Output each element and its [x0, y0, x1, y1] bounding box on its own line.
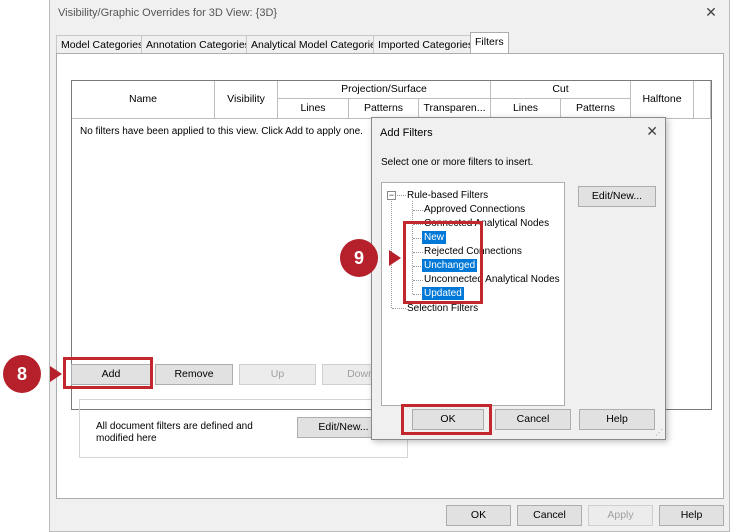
add-dialog-ok-highlight: [401, 404, 492, 435]
close-icon[interactable]: ✕: [646, 123, 658, 140]
step-9-arrow: [389, 250, 401, 266]
tree-connector: [397, 195, 406, 196]
tab-filters[interactable]: Filters: [470, 32, 509, 54]
dialog-title: Visibility/Graphic Overrides for 3D View…: [58, 7, 278, 19]
resize-grip-icon[interactable]: ⋰: [655, 428, 663, 437]
tree-connector: [392, 308, 406, 309]
header-proj-lines[interactable]: Lines: [278, 99, 349, 119]
tree-group-rule-based[interactable]: Rule-based Filters: [407, 189, 488, 202]
tab-imported-categories[interactable]: Imported Categories: [373, 35, 479, 54]
tree-item-approved-connections[interactable]: Approved Connections: [424, 203, 525, 216]
header-cut: Cut: [491, 81, 631, 99]
header-proj-patterns[interactable]: Patterns: [349, 99, 419, 119]
document-filters-note: All document filters are defined and mod…: [96, 421, 253, 444]
tab-model-categories[interactable]: Model Categories: [56, 35, 149, 54]
tree-connector: [413, 210, 423, 211]
header-cut-patterns[interactable]: Patterns: [561, 99, 631, 119]
remove-button[interactable]: Remove: [155, 364, 233, 385]
add-dialog-edit-new-button[interactable]: Edit/New...: [578, 186, 656, 207]
add-dialog-help-button[interactable]: Help: [579, 409, 655, 430]
header-extra: [694, 81, 711, 119]
add-filters-prompt: Select one or more filters to insert.: [381, 157, 534, 168]
document-filters-group: All document filters are defined and mod…: [79, 399, 408, 458]
tab-annotation-categories[interactable]: Annotation Categories: [141, 35, 255, 54]
step-9-marker: 9: [340, 239, 378, 277]
header-projection-surface: Projection/Surface: [278, 81, 491, 99]
cancel-button[interactable]: Cancel: [517, 505, 582, 526]
add-dialog-cancel-button[interactable]: Cancel: [495, 409, 571, 430]
apply-button[interactable]: Apply: [588, 505, 653, 526]
collapse-icon[interactable]: −: [387, 191, 396, 200]
header-visibility[interactable]: Visibility: [215, 81, 278, 119]
header-transparency[interactable]: Transparen...: [419, 99, 491, 119]
step-8-arrow: [50, 366, 62, 382]
ok-button[interactable]: OK: [446, 505, 511, 526]
selected-filters-highlight: [403, 221, 483, 304]
add-filters-title: Add Filters: [380, 127, 433, 139]
close-icon[interactable]: ✕: [703, 4, 719, 21]
header-name[interactable]: Name: [72, 81, 215, 119]
up-button[interactable]: Up: [239, 364, 316, 385]
header-halftone[interactable]: Halftone: [631, 81, 694, 119]
help-button[interactable]: Help: [659, 505, 724, 526]
header-cut-lines[interactable]: Lines: [491, 99, 561, 119]
empty-grid-message: No filters have been applied to this vie…: [80, 126, 363, 137]
tab-analytical-model-categories[interactable]: Analytical Model Categories: [246, 35, 387, 54]
add-button-highlight: [63, 357, 153, 389]
step-8-marker: 8: [3, 355, 41, 393]
